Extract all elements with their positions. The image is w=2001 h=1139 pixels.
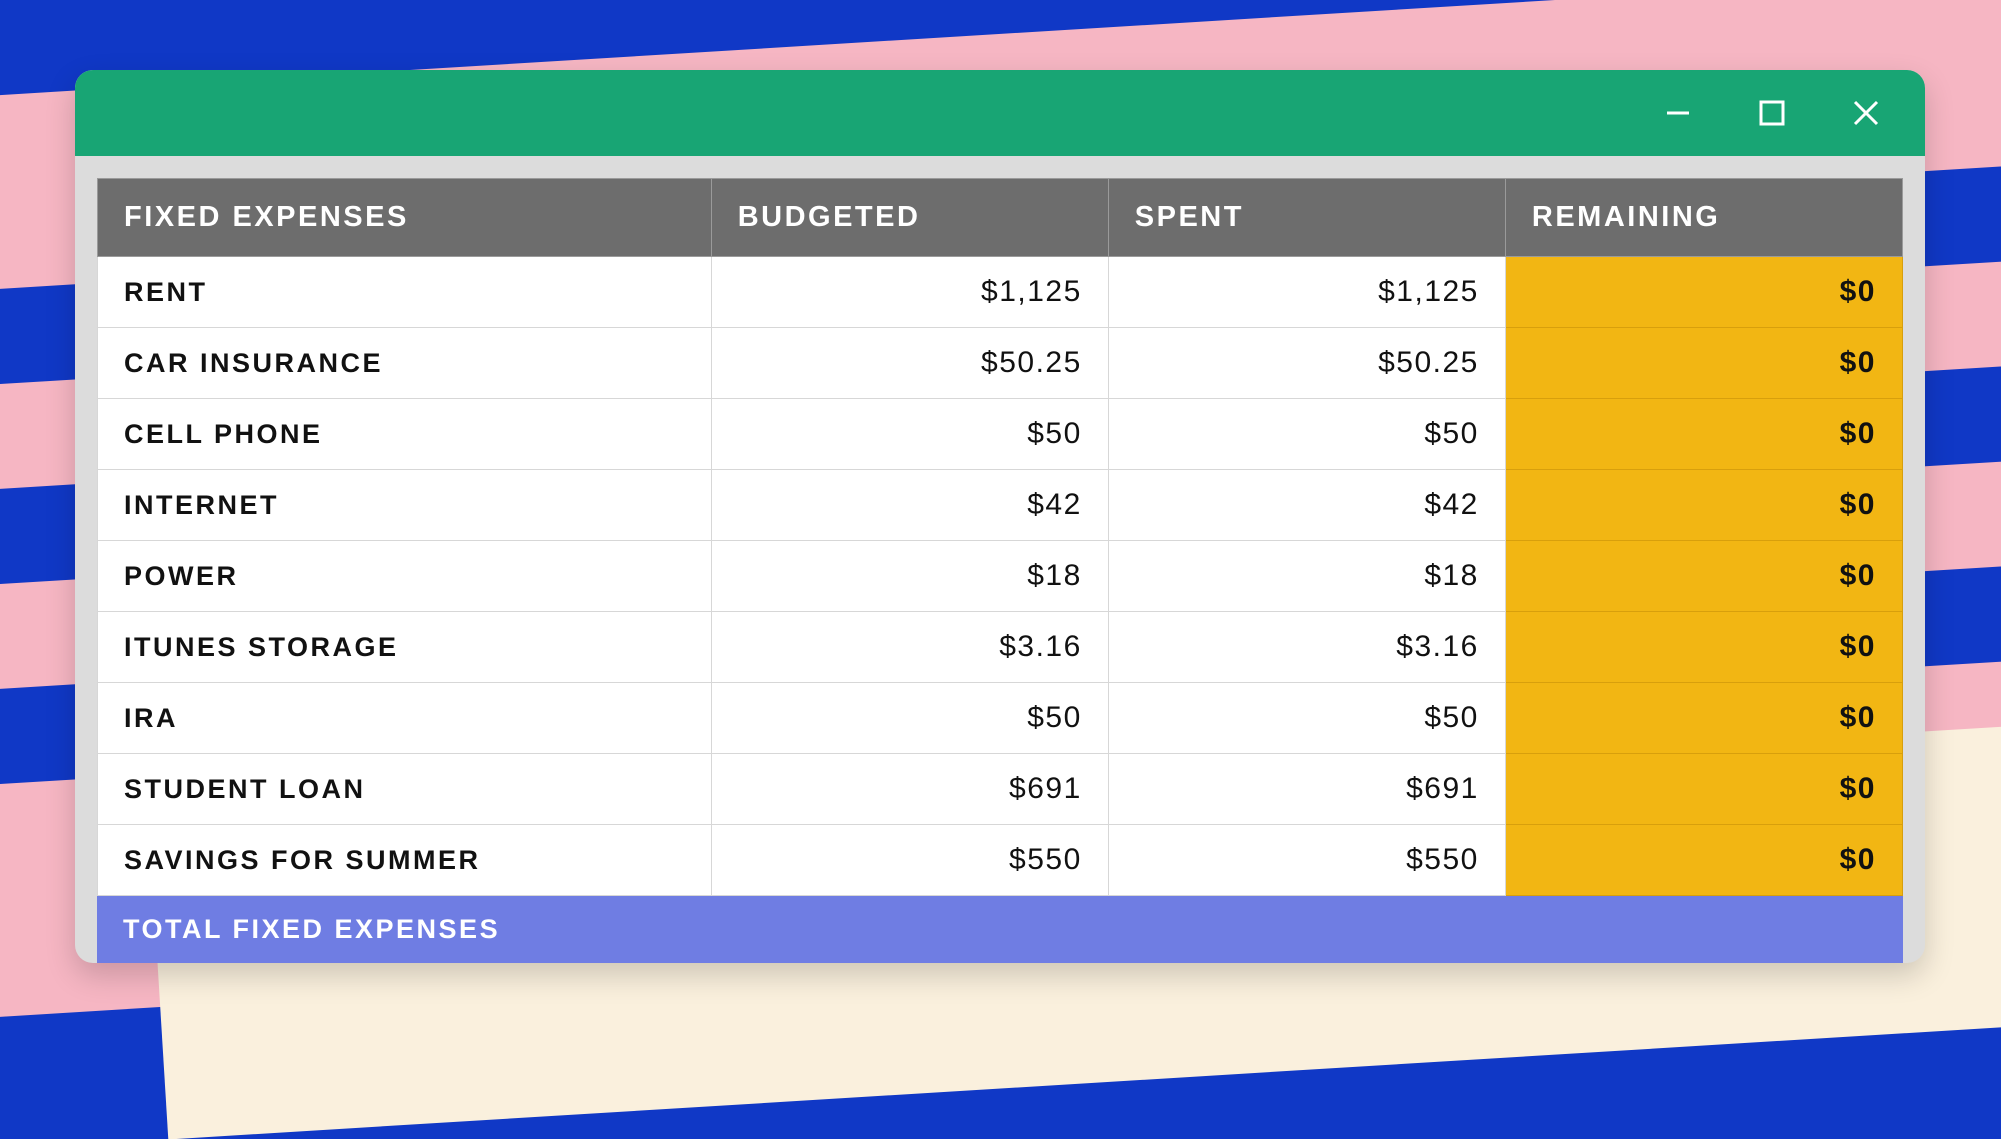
minimize-button[interactable] (1663, 98, 1693, 128)
spent-cell[interactable]: $18 (1108, 541, 1505, 612)
remaining-cell[interactable]: $0 (1505, 399, 1902, 470)
remaining-cell[interactable]: $0 (1505, 541, 1902, 612)
close-icon (1851, 98, 1881, 128)
remaining-cell[interactable]: $0 (1505, 683, 1902, 754)
expense-label[interactable]: RENT (98, 257, 712, 328)
titlebar (75, 70, 1925, 156)
remaining-cell[interactable]: $0 (1505, 257, 1902, 328)
budgeted-cell[interactable]: $691 (711, 754, 1108, 825)
budgeted-cell[interactable]: $1,125 (711, 257, 1108, 328)
expense-label[interactable]: STUDENT LOAN (98, 754, 712, 825)
close-button[interactable] (1851, 98, 1881, 128)
spent-cell[interactable]: $691 (1108, 754, 1505, 825)
table-row: RENT$1,125$1,125$0 (98, 257, 1903, 328)
header-remaining: REMAINING (1505, 179, 1902, 257)
table-row: SAVINGS FOR SUMMER$550$550$0 (98, 825, 1903, 896)
expense-label[interactable]: ITUNES STORAGE (98, 612, 712, 683)
minimize-icon (1663, 98, 1693, 128)
expense-label[interactable]: POWER (98, 541, 712, 612)
budgeted-cell[interactable]: $18 (711, 541, 1108, 612)
table-row: IRA$50$50$0 (98, 683, 1903, 754)
expense-label[interactable]: IRA (98, 683, 712, 754)
header-spent: SPENT (1108, 179, 1505, 257)
expenses-table: FIXED EXPENSES BUDGETED SPENT REMAINING … (97, 178, 1903, 896)
table-header-row: FIXED EXPENSES BUDGETED SPENT REMAINING (98, 179, 1903, 257)
total-fixed-expenses-row: TOTAL FIXED EXPENSES (97, 896, 1903, 963)
budgeted-cell[interactable]: $550 (711, 825, 1108, 896)
expense-label[interactable]: CAR INSURANCE (98, 328, 712, 399)
header-budgeted: BUDGETED (711, 179, 1108, 257)
budgeted-cell[interactable]: $50 (711, 399, 1108, 470)
spent-cell[interactable]: $42 (1108, 470, 1505, 541)
app-window: FIXED EXPENSES BUDGETED SPENT REMAINING … (75, 70, 1925, 963)
spent-cell[interactable]: $50 (1108, 399, 1505, 470)
spent-cell[interactable]: $3.16 (1108, 612, 1505, 683)
spent-cell[interactable]: $50.25 (1108, 328, 1505, 399)
budgeted-cell[interactable]: $42 (711, 470, 1108, 541)
spent-cell[interactable]: $50 (1108, 683, 1505, 754)
table-row: INTERNET$42$42$0 (98, 470, 1903, 541)
header-fixed-expenses: FIXED EXPENSES (98, 179, 712, 257)
table-row: CELL PHONE$50$50$0 (98, 399, 1903, 470)
table-row: STUDENT LOAN$691$691$0 (98, 754, 1903, 825)
window-content: FIXED EXPENSES BUDGETED SPENT REMAINING … (75, 156, 1925, 963)
table-row: POWER$18$18$0 (98, 541, 1903, 612)
table-row: CAR INSURANCE$50.25$50.25$0 (98, 328, 1903, 399)
maximize-button[interactable] (1757, 98, 1787, 128)
expense-label[interactable]: SAVINGS FOR SUMMER (98, 825, 712, 896)
budgeted-cell[interactable]: $50 (711, 683, 1108, 754)
remaining-cell[interactable]: $0 (1505, 825, 1902, 896)
remaining-cell[interactable]: $0 (1505, 612, 1902, 683)
budgeted-cell[interactable]: $3.16 (711, 612, 1108, 683)
maximize-icon (1758, 99, 1786, 127)
remaining-cell[interactable]: $0 (1505, 470, 1902, 541)
remaining-cell[interactable]: $0 (1505, 754, 1902, 825)
expense-label[interactable]: INTERNET (98, 470, 712, 541)
spent-cell[interactable]: $550 (1108, 825, 1505, 896)
spent-cell[interactable]: $1,125 (1108, 257, 1505, 328)
budgeted-cell[interactable]: $50.25 (711, 328, 1108, 399)
remaining-cell[interactable]: $0 (1505, 328, 1902, 399)
expense-label[interactable]: CELL PHONE (98, 399, 712, 470)
table-row: ITUNES STORAGE$3.16$3.16$0 (98, 612, 1903, 683)
